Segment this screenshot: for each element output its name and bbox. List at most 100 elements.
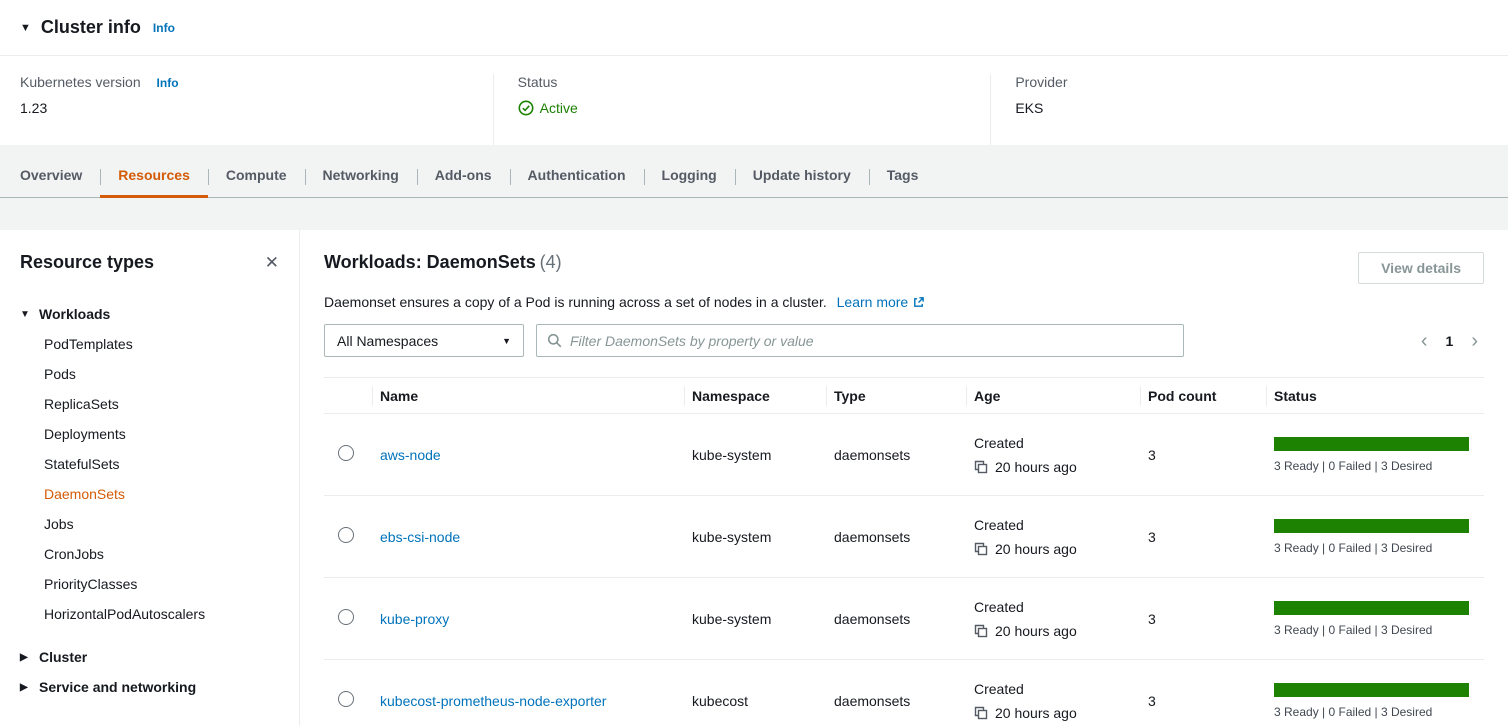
view-details-button[interactable]: View details	[1358, 252, 1484, 284]
status-progress-bar	[1274, 601, 1469, 615]
resource-tree: ▼ Workloads PodTemplates Pods ReplicaSet…	[20, 299, 279, 702]
cluster-info-strip: Kubernetes version Info 1.23 Status Acti…	[0, 56, 1508, 145]
row-age: Created 20 hours ago	[974, 599, 1132, 639]
status-progress-bar	[1274, 683, 1469, 697]
provider-field: Provider EKS	[990, 74, 1488, 145]
tab-overview[interactable]: Overview	[2, 167, 100, 197]
row-namespace: kube-system	[684, 496, 826, 578]
learn-more-link[interactable]: Learn more	[837, 294, 926, 310]
row-type: daemonsets	[826, 660, 966, 726]
daemonset-name-link[interactable]: kube-proxy	[380, 611, 449, 627]
page-title: Cluster info	[41, 17, 141, 38]
row-status: 3 Ready | 0 Failed | 3 Desired	[1274, 437, 1476, 473]
page-number[interactable]: 1	[1446, 333, 1454, 349]
column-header-name: Name	[372, 378, 684, 414]
search-box	[536, 324, 1184, 357]
row-pod-count: 3	[1140, 660, 1266, 726]
copy-icon[interactable]	[974, 706, 988, 720]
tab-bar: Overview Resources Compute Networking Ad…	[0, 167, 1508, 198]
status-summary-text: 3 Ready | 0 Failed | 3 Desired	[1274, 705, 1476, 719]
sidebar-item-daemonsets[interactable]: DaemonSets	[44, 479, 279, 509]
tab-logging[interactable]: Logging	[644, 167, 735, 197]
daemonset-name-link[interactable]: ebs-csi-node	[380, 529, 460, 545]
column-header-namespace: Namespace	[684, 378, 826, 414]
tree-section-service-and-networking[interactable]: ▶ Service and networking	[20, 672, 279, 702]
tab-add-ons[interactable]: Add-ons	[417, 167, 510, 197]
table-row: kube-proxy kube-system daemonsets Create…	[324, 578, 1484, 660]
pagination: ‹ 1 ›	[1421, 331, 1484, 351]
tree-section-cluster[interactable]: ▶ Cluster	[20, 642, 279, 672]
status-summary-text: 3 Ready | 0 Failed | 3 Desired	[1274, 459, 1476, 473]
row-radio-button[interactable]	[338, 527, 354, 543]
status-progress-bar	[1274, 519, 1469, 533]
cluster-info-header: ▼ Cluster info Info	[0, 0, 1508, 56]
sidebar-item-deployments[interactable]: Deployments	[44, 419, 279, 449]
tree-section-workloads[interactable]: ▼ Workloads	[20, 299, 279, 329]
status-label: Status	[518, 74, 971, 90]
row-type: daemonsets	[826, 414, 966, 496]
previous-page-icon[interactable]: ‹	[1421, 331, 1428, 351]
status-field: Status Active	[493, 74, 991, 145]
sidebar-item-priorityclasses[interactable]: PriorityClasses	[44, 569, 279, 599]
kubernetes-version-label: Kubernetes version	[20, 74, 141, 90]
tab-compute[interactable]: Compute	[208, 167, 305, 197]
sidebar-item-replicasets[interactable]: ReplicaSets	[44, 389, 279, 419]
tab-resources[interactable]: Resources	[100, 167, 208, 197]
kubernetes-version-info-link[interactable]: Info	[157, 76, 179, 90]
copy-icon[interactable]	[974, 460, 988, 474]
daemonset-name-link[interactable]: kubecost-prometheus-node-exporter	[380, 693, 606, 709]
workloads-items: PodTemplates Pods ReplicaSets Deployment…	[44, 329, 279, 629]
sidebar-item-horizontalpodautoscalers[interactable]: HorizontalPodAutoscalers	[44, 599, 279, 629]
tab-networking[interactable]: Networking	[305, 167, 417, 197]
sidebar-item-podtemplates[interactable]: PodTemplates	[44, 329, 279, 359]
row-age: Created 20 hours ago	[974, 435, 1132, 475]
table-header-row: Name Namespace Type Age Pod count Status	[324, 378, 1484, 414]
age-relative-value: 20 hours ago	[995, 623, 1077, 639]
row-pod-count: 3	[1140, 496, 1266, 578]
sidebar-item-jobs[interactable]: Jobs	[44, 509, 279, 539]
chevron-down-icon: ▼	[20, 309, 30, 320]
tab-authentication[interactable]: Authentication	[510, 167, 644, 197]
tab-tags[interactable]: Tags	[869, 167, 937, 197]
status-active-icon	[518, 100, 534, 116]
main-panel: Resource types ✕ ▼ Workloads PodTemplate…	[0, 230, 1508, 726]
sidebar-item-statefulsets[interactable]: StatefulSets	[44, 449, 279, 479]
copy-icon[interactable]	[974, 624, 988, 638]
row-type: daemonsets	[826, 578, 966, 660]
row-type: daemonsets	[826, 496, 966, 578]
chevron-down-icon: ▼	[502, 336, 511, 346]
daemonset-name-link[interactable]: aws-node	[380, 447, 441, 463]
collapse-caret-icon[interactable]: ▼	[20, 22, 31, 34]
row-namespace: kube-system	[684, 414, 826, 496]
age-created-label: Created	[974, 599, 1132, 615]
row-namespace: kubecost	[684, 660, 826, 726]
copy-icon[interactable]	[974, 542, 988, 556]
row-status: 3 Ready | 0 Failed | 3 Desired	[1274, 683, 1476, 719]
chevron-right-icon: ▶	[20, 682, 30, 693]
namespace-filter-dropdown[interactable]: All Namespaces ▼	[324, 324, 524, 357]
content-title-wrap: Workloads: DaemonSets (4)	[324, 252, 562, 273]
table-row: kubecost-prometheus-node-exporter kubeco…	[324, 660, 1484, 726]
row-age: Created 20 hours ago	[974, 681, 1132, 721]
provider-label: Provider	[1015, 74, 1468, 90]
row-namespace: kube-system	[684, 578, 826, 660]
sidebar-item-cronjobs[interactable]: CronJobs	[44, 539, 279, 569]
sidebar-item-pods[interactable]: Pods	[44, 359, 279, 389]
table-row: aws-node kube-system daemonsets Created …	[324, 414, 1484, 496]
age-relative-value: 20 hours ago	[995, 705, 1077, 721]
status-summary-text: 3 Ready | 0 Failed | 3 Desired	[1274, 623, 1476, 637]
learn-more-text: Learn more	[837, 294, 909, 310]
select-column-header	[324, 378, 372, 414]
tab-update-history[interactable]: Update history	[735, 167, 869, 197]
chevron-right-icon: ▶	[20, 652, 30, 663]
column-header-age: Age	[966, 378, 1140, 414]
next-page-icon[interactable]: ›	[1471, 331, 1478, 351]
header-info-link[interactable]: Info	[153, 21, 175, 35]
close-icon[interactable]: ✕	[265, 254, 279, 271]
search-input[interactable]	[570, 333, 1173, 349]
row-radio-button[interactable]	[338, 445, 354, 461]
row-radio-button[interactable]	[338, 609, 354, 625]
column-header-pod-count: Pod count	[1140, 378, 1266, 414]
daemonsets-table: Name Namespace Type Age Pod count Status…	[324, 377, 1484, 726]
row-radio-button[interactable]	[338, 691, 354, 707]
